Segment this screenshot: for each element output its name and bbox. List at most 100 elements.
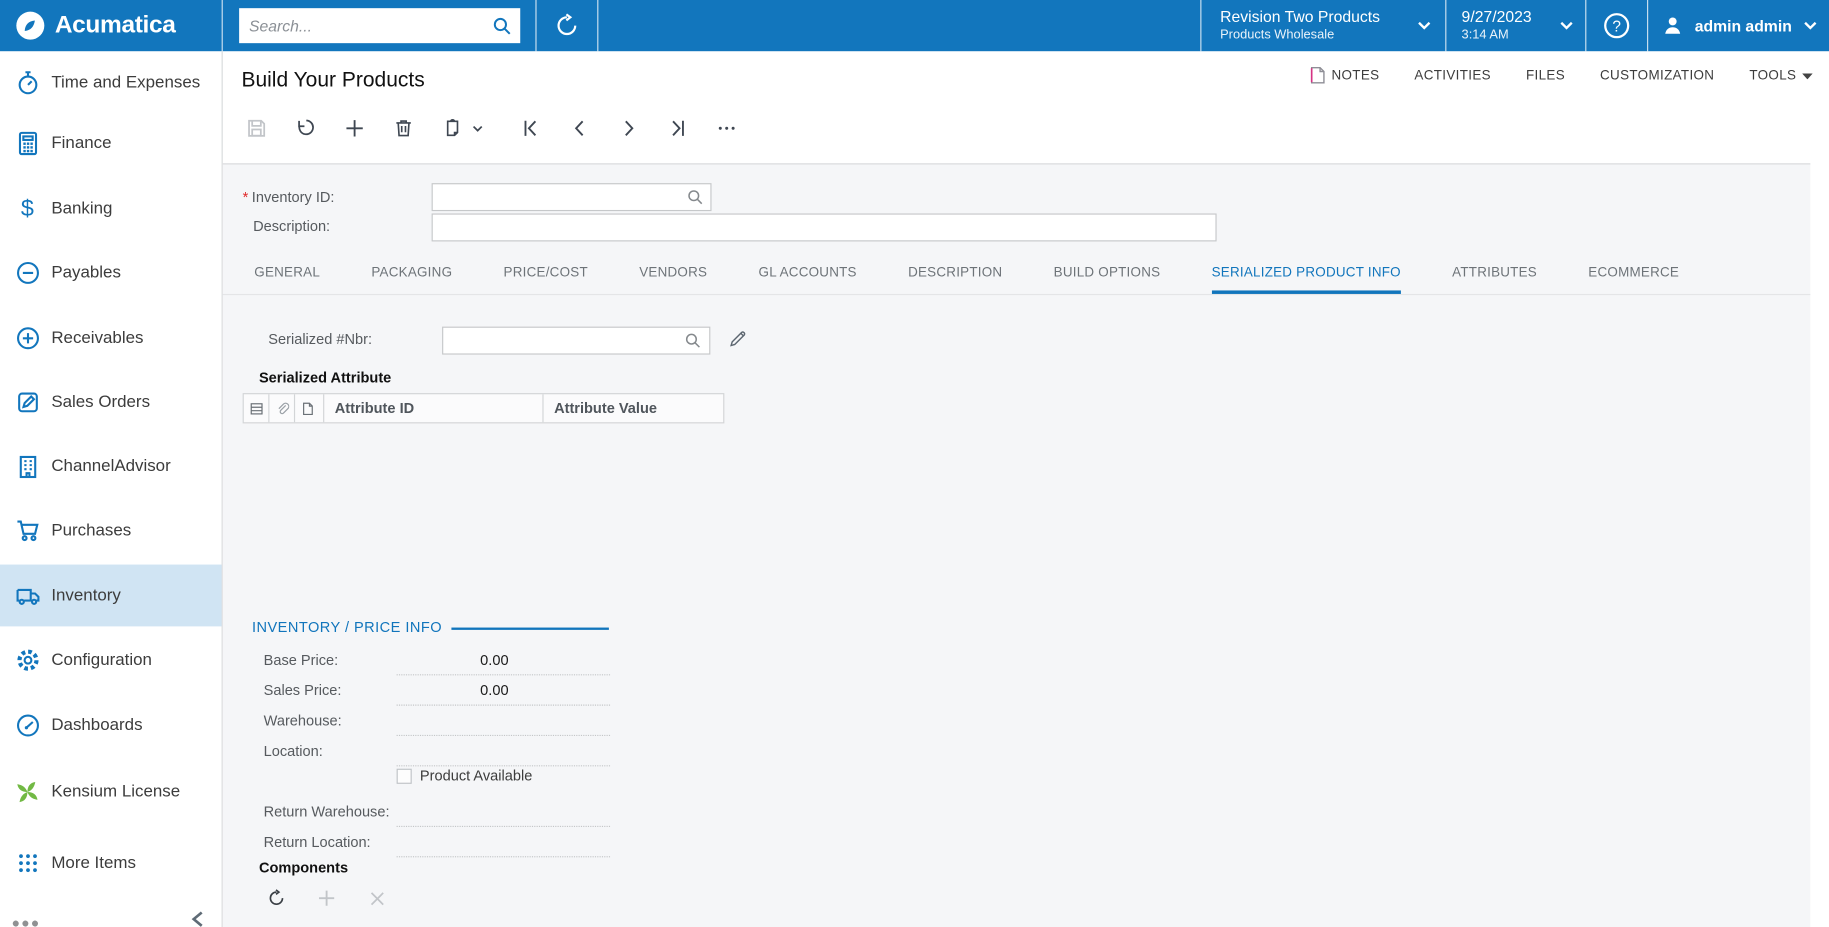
warehouse-field[interactable] [396,706,611,736]
tools-menu[interactable]: TOOLS [1749,68,1813,82]
global-search-input[interactable] [238,8,520,44]
first-record-button[interactable] [517,114,545,142]
refresh-button[interactable] [266,888,287,909]
calculator-icon [14,129,41,156]
tab-bar: GENERAL PACKAGING PRICE/COST VENDORS GL … [222,258,1811,296]
sidebar-item-inventory[interactable]: Inventory [0,564,222,627]
help-button[interactable]: ? [1585,0,1647,52]
sidebar-item-banking[interactable]: $ Banking [0,177,222,239]
user-menu[interactable]: admin admin [1647,0,1829,52]
sidebar-item-payables[interactable]: Payables [0,241,222,303]
page-title: Build Your Products [241,67,425,91]
components-title: Components [258,859,349,877]
column-header-attribute-value[interactable]: Attribute Value [544,394,724,422]
business-date-selector[interactable]: 9/27/2023 3:14 AM [1445,0,1585,52]
more-actions-button[interactable] [713,114,741,142]
sidebar-overflow-dots[interactable]: ●●● [12,914,41,927]
prev-record-button[interactable] [566,114,594,142]
return-location-field[interactable] [396,828,611,857]
add-button[interactable] [341,114,369,142]
delete-row-button[interactable] [366,888,387,909]
sidebar-item-time-and-expenses[interactable]: Time and Expenses [0,51,222,113]
grid-settings-header-cell[interactable] [244,394,270,423]
tab-build-options[interactable]: BUILD OPTIONS [1054,266,1161,294]
location-field[interactable] [396,737,611,766]
serialized-attribute-grid-title: Serialized Attribute [258,369,392,387]
gauge-icon [14,712,41,739]
building-icon [14,453,41,480]
sidebar-item-kensium-license[interactable]: Kensium License [0,761,222,823]
tenant-selector[interactable]: Revision Two Products Products Wholesale [1200,0,1445,52]
tab-general[interactable]: GENERAL [254,266,320,294]
tab-gl-accounts[interactable]: GL ACCOUNTS [759,266,857,294]
inventory-id-input[interactable] [431,183,712,212]
global-search [223,0,536,51]
sidebar-item-finance[interactable]: Finance [0,112,222,174]
business-date: 9/27/2023 [1461,8,1532,26]
serialized-nbr-input[interactable] [442,326,711,355]
column-header-attribute-id[interactable]: Attribute ID [324,394,544,423]
business-time: 3:14 AM [1461,27,1509,42]
plus-circle-icon [14,324,41,351]
dollar-icon: $ [20,195,34,222]
sidebar-item-receivables[interactable]: Receivables [0,307,222,369]
tab-price-cost[interactable]: PRICE/COST [504,266,588,294]
sidebar-item-label: Finance [51,133,112,153]
sidebar: Time and Expenses Finance $ Banking Paya… [0,51,223,927]
sidebar-item-configuration[interactable]: Configuration [0,629,222,691]
return-warehouse-field[interactable] [396,797,611,827]
edit-pencil-icon[interactable] [729,329,748,348]
tab-serialized-product-info[interactable]: SERIALIZED PRODUCT INFO [1211,266,1401,294]
tab-description[interactable]: DESCRIPTION [908,266,1002,294]
base-price-field[interactable]: 0.00 [396,646,611,675]
undo-button[interactable] [292,114,320,142]
product-available-row: Product Available [396,768,532,784]
tab-ecommerce[interactable]: ECOMMERCE [1588,266,1679,294]
notes-header-cell[interactable] [295,394,325,423]
cart-icon [14,517,41,544]
delete-button[interactable] [390,114,418,142]
files-link[interactable]: FILES [1526,68,1565,82]
return-location-row: Return Location: [264,827,611,857]
tenant-branch: Products Wholesale [1220,27,1335,42]
save-button[interactable] [243,114,271,142]
time-tracking-button[interactable] [535,0,597,52]
tab-packaging[interactable]: PACKAGING [371,266,452,294]
customization-link[interactable]: CUSTOMIZATION [1600,68,1714,82]
sidebar-item-more-items[interactable]: More Items [0,832,222,894]
activities-link[interactable]: ACTIVITIES [1414,68,1491,82]
return-warehouse-label: Return Warehouse: [263,803,390,821]
tab-attributes[interactable]: ATTRIBUTES [1452,266,1537,294]
product-available-checkbox[interactable] [396,768,412,784]
tab-vendors[interactable]: VENDORS [639,266,707,294]
inventory-id-label: * Inventory ID: [242,188,335,206]
grid-settings-icon [250,401,264,416]
chevron-down-icon [1803,21,1817,30]
sidebar-item-dashboards[interactable]: Dashboards [0,694,222,756]
sidebar-item-label: Receivables [51,328,144,348]
description-label: Description: [253,218,331,235]
brand-logo[interactable]: Acumatica [0,0,223,52]
copy-dropdown-caret[interactable] [470,114,484,142]
notes-link[interactable]: NOTES [1310,66,1379,84]
copy-button[interactable] [439,114,467,142]
base-price-label: Base Price: [263,652,339,669]
sidebar-collapse-button[interactable] [189,910,206,927]
sales-price-field[interactable]: 0.00 [396,676,611,706]
sidebar-item-label: Inventory [51,586,121,605]
add-row-button[interactable] [316,888,337,909]
attachment-header-cell[interactable] [269,394,296,423]
description-input[interactable] [431,213,1217,242]
last-record-button[interactable] [664,114,692,142]
sidebar-item-sales-orders[interactable]: Sales Orders [0,371,222,433]
sidebar-item-channeladvisor[interactable]: ChannelAdvisor [0,435,222,497]
sidebar-item-label: Banking [51,198,113,218]
paperclip-icon [275,401,290,416]
search-icon[interactable] [492,16,512,36]
next-record-button[interactable] [615,114,643,142]
help-icon: ? [1603,12,1631,40]
page-header-links: NOTES ACTIVITIES FILES CUSTOMIZATION TOO… [1310,66,1813,84]
caret-down-icon [1802,72,1813,79]
location-row: Location: [264,736,611,766]
sidebar-item-purchases[interactable]: Purchases [0,499,222,561]
